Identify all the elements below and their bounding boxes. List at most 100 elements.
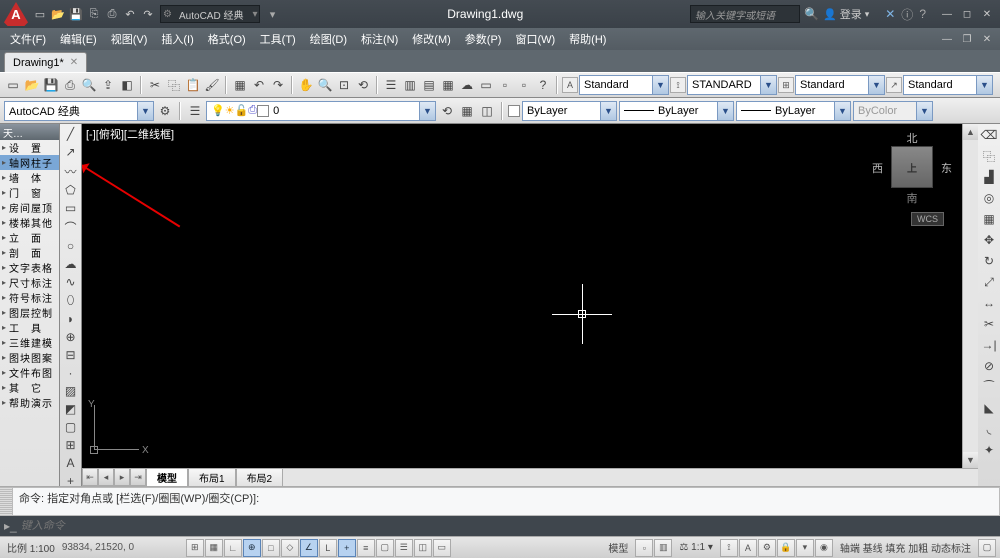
panel-item-room-roof[interactable]: 房间屋顶 <box>0 200 59 215</box>
model-space-button[interactable]: 模型 <box>605 540 631 555</box>
redo-icon[interactable]: ↷ <box>140 6 156 22</box>
help-icon[interactable]: ? <box>534 76 552 94</box>
workspace-combo[interactable]: AutoCAD 经典▼ <box>4 101 154 121</box>
command-grip[interactable] <box>0 487 12 516</box>
mleaderstyle-icon[interactable]: ↗ <box>886 77 902 93</box>
undo-icon[interactable]: ↶ <box>122 6 138 22</box>
search-icon[interactable]: 🔍 <box>804 7 819 21</box>
scale-icon[interactable]: ⤢ <box>980 273 998 291</box>
viewport-label[interactable]: [-][俯视][二维线框] <box>86 126 174 142</box>
qp-button[interactable]: ☰ <box>395 539 413 557</box>
quickview-layout-icon[interactable]: ▫ <box>635 539 653 557</box>
panel-item-door-window[interactable]: 门 窗 <box>0 185 59 200</box>
hardware-accel-icon[interactable]: ▾ <box>796 539 814 557</box>
fillet-icon[interactable]: ◟ <box>980 420 998 438</box>
dyn-button[interactable]: + <box>338 539 356 557</box>
line-icon[interactable]: ╱ <box>62 126 80 142</box>
3dosnap-button[interactable]: ◇ <box>281 539 299 557</box>
workspace-selector[interactable]: AutoCAD 经典 <box>160 5 260 23</box>
panel-item-layer-control[interactable]: 图层控制 <box>0 305 59 320</box>
close-tab-icon[interactable]: ✕ <box>70 57 78 68</box>
viewcube-south[interactable]: 南 <box>907 190 918 206</box>
panel-item-settings[interactable]: 设 置 <box>0 140 59 155</box>
mleader-style-select[interactable]: Standard▼ <box>903 75 993 95</box>
new-icon[interactable]: ▭ <box>32 6 48 22</box>
menu-parametric[interactable]: 参数(P) <box>459 29 508 49</box>
layer-prev-icon[interactable]: ⟲ <box>438 102 456 120</box>
login-button[interactable]: 👤登录▾ <box>823 6 869 22</box>
anno-auto-icon[interactable]: A <box>739 539 757 557</box>
exchange-icon[interactable]: ✕ <box>885 7 895 21</box>
doc-close-button[interactable]: ✕ <box>978 32 996 46</box>
dimstyle-icon[interactable]: ⟟ <box>670 77 686 93</box>
menu-modify[interactable]: 修改(M) <box>406 29 457 49</box>
extend-icon[interactable]: →| <box>980 336 998 354</box>
scale-label[interactable]: 比例 1:100 <box>4 540 58 555</box>
erase-icon[interactable]: ⌫ <box>980 126 998 144</box>
menu-file[interactable]: 文件(F) <box>4 29 52 49</box>
scroll-down-icon[interactable]: ▼ <box>963 452 978 468</box>
saveas-icon[interactable]: ⎘ <box>86 6 102 22</box>
rectangle-icon[interactable]: ▭ <box>62 200 80 216</box>
viewcube-north[interactable]: 北 <box>907 130 918 146</box>
maximize-button[interactable]: ◻ <box>958 7 976 21</box>
polar-button[interactable]: ⊕ <box>243 539 261 557</box>
textstyle-icon[interactable]: A <box>562 77 578 93</box>
zoom-window-icon[interactable]: ⊡ <box>335 76 353 94</box>
panel-item-wall[interactable]: 墙 体 <box>0 170 59 185</box>
menu-window[interactable]: 窗口(W) <box>509 29 561 49</box>
lwt-button[interactable]: ≡ <box>357 539 375 557</box>
viewcube-top[interactable]: 上 <box>891 146 933 188</box>
plot-icon[interactable]: ⎙ <box>61 76 79 94</box>
layer-properties-icon[interactable]: ☰ <box>186 102 204 120</box>
search-input[interactable]: 输入关键字或短语 <box>690 5 800 23</box>
save-icon[interactable]: 💾 <box>68 6 84 22</box>
blockeditor-icon[interactable]: ▦ <box>231 76 249 94</box>
command-history-text[interactable]: 命令: 指定对角点或 [栏选(F)/圈围(WP)/圈交(CP)]: <box>12 487 1000 516</box>
mtext-icon[interactable]: A <box>62 455 80 471</box>
cleanscreen-icon[interactable]: ▢ <box>978 539 996 557</box>
panel-item-text-table[interactable]: 文字表格 <box>0 260 59 275</box>
designcenter-icon[interactable]: ▥ <box>401 76 419 94</box>
print-icon[interactable]: ⎙ <box>104 6 120 22</box>
trim-icon[interactable]: ✂ <box>980 315 998 333</box>
anno-scale[interactable]: ⚖ 1:1 ▾ <box>676 542 715 553</box>
circle-icon[interactable]: ○ <box>62 238 80 254</box>
mirror-icon[interactable]: ▟ <box>980 168 998 186</box>
menu-insert[interactable]: 插入(I) <box>155 29 199 49</box>
panel-item-stair[interactable]: 楼梯其他 <box>0 215 59 230</box>
viewcube[interactable]: 北 西 东 上 南 WCS <box>872 130 952 220</box>
region-icon[interactable]: ▢ <box>62 419 80 435</box>
spline-icon[interactable]: ∿ <box>62 274 80 290</box>
tab-last-icon[interactable]: ⇥ <box>130 468 146 486</box>
doc-restore-button[interactable]: ❐ <box>958 32 976 46</box>
toolpalette-icon[interactable]: ▤ <box>420 76 438 94</box>
menu-view[interactable]: 视图(V) <box>105 29 154 49</box>
menu-tools[interactable]: 工具(T) <box>254 29 302 49</box>
pan-icon[interactable]: ✋ <box>297 76 315 94</box>
panel-item-dimension[interactable]: 尺寸标注 <box>0 275 59 290</box>
quickcalc-icon[interactable]: ▭ <box>477 76 495 94</box>
panel-item-help[interactable]: 帮助演示 <box>0 395 59 410</box>
doc-minimize-button[interactable]: — <box>938 32 956 46</box>
panel-item-section[interactable]: 剖 面 <box>0 245 59 260</box>
paste-icon[interactable]: 📋 <box>184 76 202 94</box>
layer-state-combo[interactable]: 💡☀🔓⎙ 0▼ <box>206 101 436 121</box>
tb-extra1-icon[interactable]: ▫ <box>496 76 514 94</box>
panel-item-file-layout[interactable]: 文件布图 <box>0 365 59 380</box>
sheetset-icon[interactable]: ▦ <box>439 76 457 94</box>
close-button[interactable]: ✕ <box>978 7 996 21</box>
properties-icon[interactable]: ☰ <box>382 76 400 94</box>
gradient-icon[interactable]: ◩ <box>62 401 80 417</box>
help-icon[interactable]: ? <box>919 7 926 21</box>
panel-item-block-pattern[interactable]: 图块图案 <box>0 350 59 365</box>
viewcube-east[interactable]: 东 <box>941 160 952 176</box>
color-swatch[interactable] <box>508 105 520 117</box>
otrack-button[interactable]: ∠ <box>300 539 318 557</box>
tb-extra2-icon[interactable]: ▫ <box>515 76 533 94</box>
3ddwf-icon[interactable]: ◧ <box>118 76 136 94</box>
isolate-obj-icon[interactable]: ◉ <box>815 539 833 557</box>
ducs-button[interactable]: L <box>319 539 337 557</box>
quickview-dwg-icon[interactable]: ▥ <box>654 539 672 557</box>
chamfer-icon[interactable]: ◣ <box>980 399 998 417</box>
